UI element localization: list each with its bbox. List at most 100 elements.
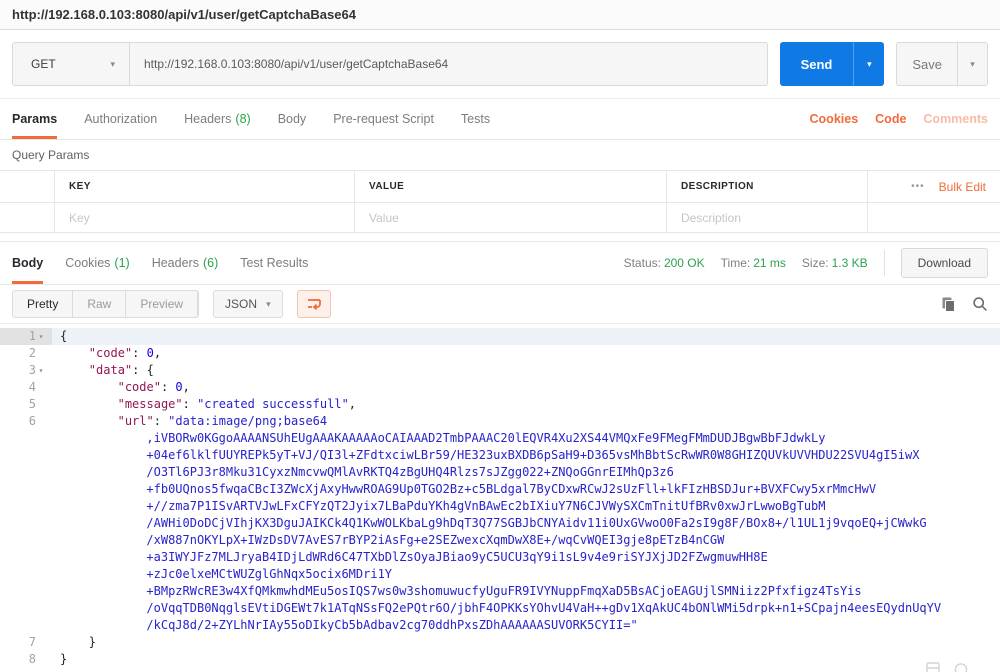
link-comments[interactable]: Comments <box>923 99 988 139</box>
tab-count-badge: (1) <box>114 256 129 270</box>
code-line-content: } <box>52 634 1000 651</box>
query-params-title: Query Params <box>12 148 89 162</box>
view-mode-preview[interactable]: Preview <box>126 291 198 317</box>
code-line-content: "url": "data:image/png;base64 <box>52 413 1000 430</box>
code-line: 5 "message": "created successfull", <box>0 396 1000 413</box>
code-line-content: +zJc0elxeMCtWUZglGhNqx5ocix6MDri1Y <box>52 566 1000 583</box>
code-line: /oVqqTDB0NqglsEVtiDGEWt7k1ATqNSsFQ2ePQtr… <box>0 600 1000 617</box>
send-dropdown-button[interactable]: ▾ <box>853 42 884 86</box>
tab-authorization[interactable]: Authorization <box>84 99 157 139</box>
line-gutter: 2 <box>0 345 52 362</box>
code-line: 2 "code": 0, <box>0 345 1000 362</box>
code-line-content: "code": 0, <box>52 379 1000 396</box>
code-line: ,iVBORw0KGgoAAAANSUhEUgAAAKAAAAAoCAIAAAD… <box>0 430 1000 447</box>
format-label: JSON <box>225 297 257 311</box>
view-mode-raw[interactable]: Raw <box>73 291 126 317</box>
code-line-content: +a3IWYJFz7MLJryaB4IDjLdWRd6C47TXbDlZsOya… <box>52 549 1000 566</box>
row-checkbox-cell[interactable] <box>0 203 55 232</box>
code-line-content: /kCqJ8d/2+ZYLhNrIAy55oDIkyCb5bAdbav2cg70… <box>52 617 1000 634</box>
panel-icon[interactable] <box>926 662 940 672</box>
line-number: 3 <box>29 362 36 379</box>
response-tab-test-results[interactable]: Test Results <box>240 242 308 284</box>
wrap-lines-button[interactable] <box>297 290 331 318</box>
code-line-content: } <box>52 651 1000 668</box>
line-gutter <box>0 515 52 532</box>
wrap-text-icon <box>306 297 322 311</box>
copy-icon[interactable] <box>941 296 956 312</box>
send-button[interactable]: Send <box>780 42 854 86</box>
view-mode-group: PrettyRawPreview <box>12 290 199 318</box>
more-options-icon[interactable]: ••• <box>911 181 925 192</box>
request-tab-title: http://192.168.0.103:8080/api/v1/user/ge… <box>12 7 356 22</box>
checkbox-column-header <box>0 171 55 202</box>
fold-caret-icon[interactable]: ▾ <box>36 328 46 345</box>
code-line-content: "data": { <box>52 362 1000 379</box>
save-dropdown-button[interactable]: ▾ <box>958 42 988 86</box>
console-icon[interactable] <box>954 662 968 672</box>
download-button[interactable]: Download <box>901 248 988 278</box>
response-tab-body[interactable]: Body <box>12 242 43 284</box>
response-header-row: Body Cookies (1) Headers (6) Test Result… <box>0 241 1000 285</box>
params-empty-row <box>0 203 1000 233</box>
chevron-down-icon: ▾ <box>110 59 115 70</box>
format-select[interactable]: JSON ▾ <box>213 290 283 318</box>
response-tab-cookies[interactable]: Cookies (1) <box>65 242 129 284</box>
line-gutter <box>0 549 52 566</box>
code-line-content: +fb0UQnos5fwqaCBcI3ZWcXjAxyHwwROAG9Up0TG… <box>52 481 1000 498</box>
line-number: 4 <box>29 379 36 396</box>
response-tab-headers[interactable]: Headers (6) <box>152 242 219 284</box>
link-code[interactable]: Code <box>875 99 906 139</box>
response-meta: Status:200 OK <box>624 256 705 270</box>
params-header-row: KEY VALUE DESCRIPTION ••• Bulk Edit <box>0 171 1000 203</box>
line-gutter <box>0 566 52 583</box>
code-line: 7 } <box>0 634 1000 651</box>
chevron-down-icon: ▾ <box>266 299 271 310</box>
response-meta: Size:1.3 KB <box>802 256 868 270</box>
bulk-edit-link[interactable]: Bulk Edit <box>939 180 986 194</box>
line-gutter: 4 <box>0 379 52 396</box>
line-gutter <box>0 464 52 481</box>
method-label: GET <box>31 57 56 71</box>
line-gutter: 7 <box>0 634 52 651</box>
postman-app: http://192.168.0.103:8080/api/v1/user/ge… <box>0 0 1000 672</box>
code-line: +04ef6lklfUUYREPk5yT+VJ/QI3l+ZFdtxciwLBr… <box>0 447 1000 464</box>
tab-body[interactable]: Body <box>278 99 307 139</box>
tab-headers[interactable]: Headers (8) <box>184 99 251 139</box>
response-toolbar: PrettyRawPreview JSON ▾ <box>0 285 1000 323</box>
code-line: +zJc0elxeMCtWUZglGhNqx5ocix6MDri1Y <box>0 566 1000 583</box>
code-line-content: +BMpzRWcRE3w4XfQMkmwhdMEu5osIQS7ws0w3sho… <box>52 583 1000 600</box>
response-meta: Time:21 ms <box>721 256 786 270</box>
method-select[interactable]: GET ▾ <box>12 42 130 86</box>
tab-pre-request-script[interactable]: Pre-request Script <box>333 99 434 139</box>
line-gutter <box>0 583 52 600</box>
chevron-down-icon: ▾ <box>867 59 872 69</box>
line-gutter: 3 ▾ <box>0 362 52 379</box>
code-line: /kCqJ8d/2+ZYLhNrIAy55oDIkyCb5bAdbav2cg70… <box>0 617 1000 634</box>
status-value: 21 ms <box>753 256 786 270</box>
search-icon[interactable] <box>972 296 988 312</box>
line-gutter: 6 <box>0 413 52 430</box>
tab-tests[interactable]: Tests <box>461 99 490 139</box>
code-line: 3 ▾ "data": { <box>0 362 1000 379</box>
tab-params[interactable]: Params <box>12 99 57 139</box>
view-mode-pretty[interactable]: Pretty <box>13 291 73 317</box>
line-number: 2 <box>29 345 36 362</box>
response-body-viewer[interactable]: 1 ▾ { 2 "code": 0, 3 ▾ "data": { 4 <box>0 323 1000 672</box>
code-line-content: ,iVBORw0KGgoAAAANSUhEUgAAAKAAAAAoCAIAAAD… <box>52 430 1000 447</box>
save-button[interactable]: Save <box>896 42 958 86</box>
line-gutter: 5 <box>0 396 52 413</box>
param-description-input[interactable] <box>681 211 853 225</box>
key-column-header: KEY <box>55 171 355 202</box>
param-key-input[interactable] <box>69 211 340 225</box>
code-line: 6 "url": "data:image/png;base64 <box>0 413 1000 430</box>
code-line: /xW887nOKYLpX+IWzDsDV7AvES7rBYP2iAsFg+e2… <box>0 532 1000 549</box>
link-cookies[interactable]: Cookies <box>810 99 859 139</box>
fold-caret-icon[interactable]: ▾ <box>36 362 46 379</box>
line-gutter: 8 <box>0 651 52 668</box>
request-tab-header[interactable]: http://192.168.0.103:8080/api/v1/user/ge… <box>0 0 1000 30</box>
param-value-input[interactable] <box>369 211 652 225</box>
chevron-down-icon: ▾ <box>970 59 975 69</box>
code-line: 1 ▾ { <box>0 328 1000 345</box>
url-input[interactable] <box>130 42 768 86</box>
params-table: KEY VALUE DESCRIPTION ••• Bulk Edit <box>0 170 1000 233</box>
